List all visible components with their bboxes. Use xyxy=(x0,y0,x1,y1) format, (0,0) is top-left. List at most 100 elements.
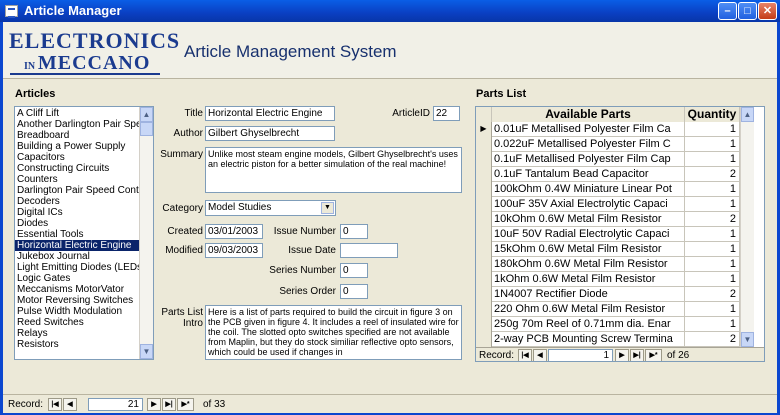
record-selector[interactable] xyxy=(476,317,492,332)
part-name[interactable]: 0.1uF Metallised Polyester Film Cap xyxy=(492,152,685,167)
parts-row[interactable]: 250g 70m Reel of 0.71mm dia. Enar 1 xyxy=(476,317,740,332)
parts-row[interactable]: ▶ 0.01uF Metallised Polyester Film Ca 1 xyxy=(476,122,740,137)
category-combo[interactable]: Model Studies ▼ xyxy=(205,200,336,216)
maximize-button[interactable]: □ xyxy=(738,2,757,20)
parts-row[interactable]: 0.1uF Metallised Polyester Film Cap 1 xyxy=(476,152,740,167)
record-selector[interactable] xyxy=(476,182,492,197)
article-item[interactable]: Logic Gates xyxy=(15,273,139,284)
part-name[interactable]: 10kOhm 0.6W Metal Film Resistor xyxy=(492,212,685,227)
record-selector[interactable] xyxy=(476,257,492,272)
record-selector[interactable] xyxy=(476,197,492,212)
articles-list[interactable]: A Cliff LiftAnother Darlington Pair Spee… xyxy=(14,106,154,360)
summary-field[interactable]: Unlike most steam engine models, Gilbert… xyxy=(205,147,462,193)
part-name[interactable]: 100kOhm 0.4W Miniature Linear Pot xyxy=(492,182,685,197)
part-quantity[interactable]: 1 xyxy=(685,257,740,272)
part-quantity[interactable]: 2 xyxy=(685,212,740,227)
record-selector[interactable] xyxy=(476,242,492,257)
article-item[interactable]: Capacitors xyxy=(15,152,139,163)
record-selector[interactable] xyxy=(476,302,492,317)
article-item[interactable]: Motor Reversing Switches xyxy=(15,295,139,306)
article-item[interactable]: Constructing Circuits xyxy=(15,163,139,174)
parts-datasheet[interactable]: Available Parts Quantity ▶ 0.01uF Metalli… xyxy=(475,106,765,362)
article-item[interactable]: Resistors xyxy=(15,339,139,350)
parts-row[interactable]: 1kOhm 0.6W Metal Film Resistor 1 xyxy=(476,272,740,287)
record-selector[interactable] xyxy=(476,332,492,347)
part-quantity[interactable]: 2 xyxy=(685,167,740,182)
record-selector[interactable] xyxy=(476,152,492,167)
parts-row[interactable]: 10uF 50V Radial Electrolytic Capaci 1 xyxy=(476,227,740,242)
parts-next-record-icon[interactable]: ▶ xyxy=(615,349,629,361)
part-name[interactable]: 0.01uF Metallised Polyester Film Ca xyxy=(492,122,685,137)
current-record-icon[interactable]: ▶ xyxy=(476,122,492,137)
col-quantity[interactable]: Quantity xyxy=(685,107,740,122)
parts-first-record-icon[interactable]: |◀ xyxy=(518,349,532,361)
record-selector[interactable] xyxy=(476,167,492,182)
issue-date-field[interactable] xyxy=(340,243,398,258)
article-item[interactable]: Reed Switches xyxy=(15,317,139,328)
chevron-down-icon[interactable]: ▼ xyxy=(321,202,334,214)
article-item[interactable]: Pulse Width Modulation xyxy=(15,306,139,317)
record-number[interactable]: 21 xyxy=(88,398,143,411)
parts-record-number[interactable]: 1 xyxy=(548,349,613,361)
record-selector[interactable] xyxy=(476,212,492,227)
article-item[interactable]: Decoders xyxy=(15,196,139,207)
part-quantity[interactable]: 1 xyxy=(685,302,740,317)
record-selector[interactable] xyxy=(476,137,492,152)
parts-scrollbar[interactable]: ▲ ▼ xyxy=(740,107,754,347)
part-name[interactable]: 15kOhm 0.6W Metal Film Resistor xyxy=(492,242,685,257)
parts-row[interactable]: 1N4007 Rectifier Diode 2 xyxy=(476,287,740,302)
modified-field[interactable]: 09/03/2003 xyxy=(205,243,263,258)
close-button[interactable]: ✕ xyxy=(758,2,777,20)
part-name[interactable]: 1kOhm 0.6W Metal Film Resistor xyxy=(492,272,685,287)
part-quantity[interactable]: 1 xyxy=(685,242,740,257)
article-item[interactable]: Digital ICs xyxy=(15,207,139,218)
series-order-field[interactable]: 0 xyxy=(340,284,368,299)
record-selector[interactable] xyxy=(476,272,492,287)
parts-new-record-icon[interactable]: ▶* xyxy=(645,349,662,361)
record-selector[interactable] xyxy=(476,287,492,302)
parts-row[interactable]: 220 Ohm 0.6W Metal Film Resistor 1 xyxy=(476,302,740,317)
article-item[interactable]: A Cliff Lift xyxy=(15,108,139,119)
article-item[interactable]: Another Darlington Pair Speed xyxy=(15,119,139,130)
created-field[interactable]: 03/01/2003 xyxy=(205,224,263,239)
part-quantity[interactable]: 1 xyxy=(685,122,740,137)
record-selector[interactable] xyxy=(476,227,492,242)
part-quantity[interactable]: 1 xyxy=(685,197,740,212)
parts-row[interactable]: 2-way PCB Mounting Screw Termina 2 xyxy=(476,332,740,347)
prev-record-icon[interactable]: ◀ xyxy=(63,398,77,411)
article-item[interactable]: Jukebox Journal xyxy=(15,251,139,262)
series-number-field[interactable]: 0 xyxy=(340,263,368,278)
title-field[interactable]: Horizontal Electric Engine xyxy=(205,106,335,121)
first-record-icon[interactable]: |◀ xyxy=(48,398,62,411)
part-name[interactable]: 2-way PCB Mounting Screw Termina xyxy=(492,332,685,347)
part-quantity[interactable]: 1 xyxy=(685,227,740,242)
article-item[interactable]: Breadboard xyxy=(15,130,139,141)
part-name[interactable]: 220 Ohm 0.6W Metal Film Resistor xyxy=(492,302,685,317)
next-record-icon[interactable]: ▶ xyxy=(147,398,161,411)
parts-intro-field[interactable]: Here is a list of parts required to buil… xyxy=(205,305,462,360)
part-quantity[interactable]: 1 xyxy=(685,317,740,332)
part-name[interactable]: 10uF 50V Radial Electrolytic Capaci xyxy=(492,227,685,242)
article-item[interactable]: Meccanisms MotorVator xyxy=(15,284,139,295)
col-available-parts[interactable]: Available Parts xyxy=(492,107,685,122)
article-item[interactable]: Darlington Pair Speed Control xyxy=(15,185,139,196)
parts-scroll-down-icon[interactable]: ▼ xyxy=(741,332,754,347)
parts-row[interactable]: 180kOhm 0.6W Metal Film Resistor 1 xyxy=(476,257,740,272)
part-quantity[interactable]: 1 xyxy=(685,137,740,152)
parts-row[interactable]: 15kOhm 0.6W Metal Film Resistor 1 xyxy=(476,242,740,257)
article-item[interactable]: Horizontal Electric Engine xyxy=(15,240,139,251)
part-name[interactable]: 250g 70m Reel of 0.71mm dia. Enar xyxy=(492,317,685,332)
part-name[interactable]: 0.1uF Tantalum Bead Capacitor xyxy=(492,167,685,182)
part-quantity[interactable]: 2 xyxy=(685,287,740,302)
article-item[interactable]: Building a Power Supply xyxy=(15,141,139,152)
articleid-field[interactable]: 22 xyxy=(433,106,460,121)
scroll-up-icon[interactable]: ▲ xyxy=(140,107,153,122)
article-item[interactable]: Diodes xyxy=(15,218,139,229)
issue-number-field[interactable]: 0 xyxy=(340,224,368,239)
articles-scrollbar[interactable]: ▲ ▼ xyxy=(139,107,153,359)
parts-last-record-icon[interactable]: ▶| xyxy=(630,349,644,361)
parts-row[interactable]: 10kOhm 0.6W Metal Film Resistor 2 xyxy=(476,212,740,227)
parts-scroll-up-icon[interactable]: ▲ xyxy=(741,107,754,122)
part-quantity[interactable]: 1 xyxy=(685,152,740,167)
parts-row[interactable]: 0.022uF Metallised Polyester Film C1 xyxy=(476,137,740,152)
